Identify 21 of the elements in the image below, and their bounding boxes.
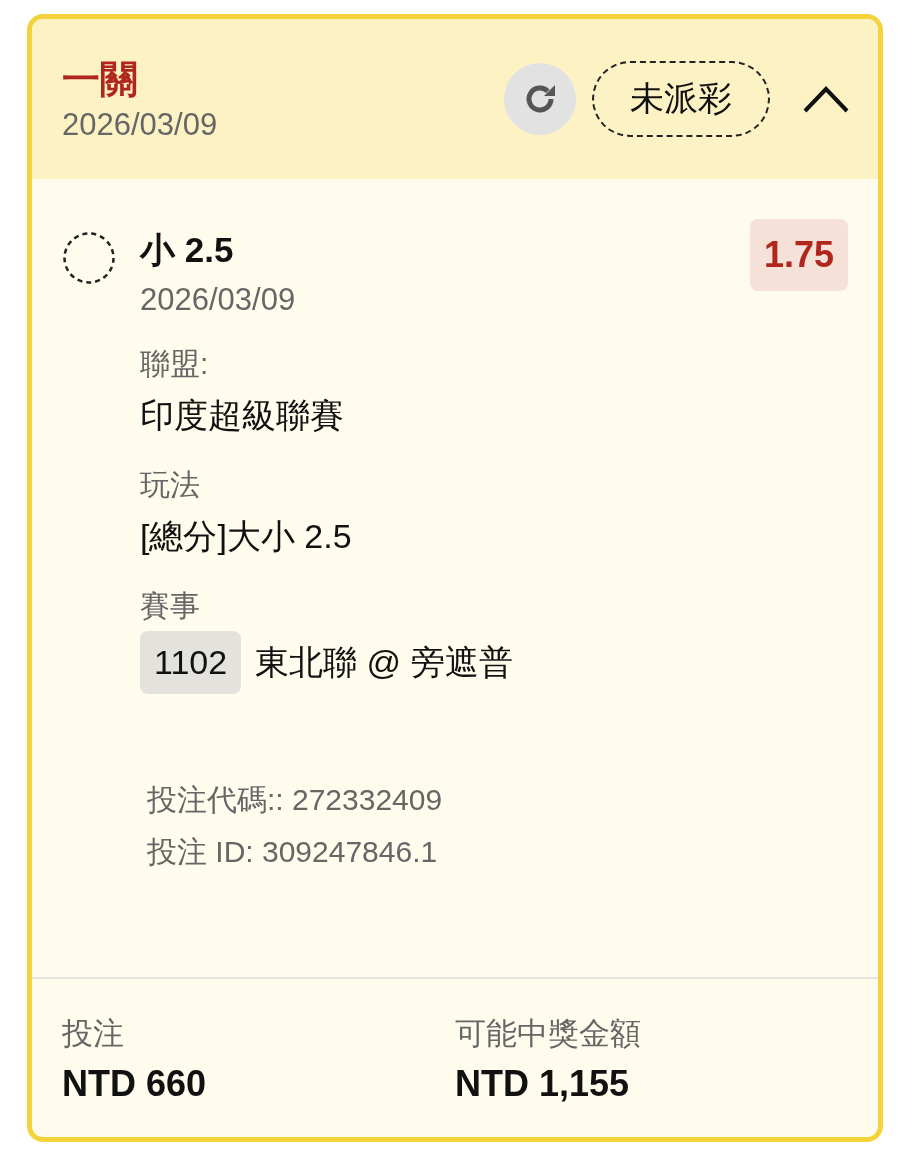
amount-label: 投注 bbox=[62, 1015, 125, 1053]
match-name: 東北聯 @ 旁遮普 bbox=[255, 641, 513, 683]
pending-status-icon bbox=[62, 231, 116, 285]
field-label: 賽事 bbox=[140, 588, 201, 624]
event-code: 1102 bbox=[140, 631, 242, 694]
field-value: 印度超級聯賽 bbox=[140, 395, 345, 436]
status-badge: 未派彩 bbox=[592, 61, 770, 137]
selection-name: 小 2.5 bbox=[140, 229, 235, 271]
field-label: 玩法 bbox=[140, 467, 201, 503]
field-label: 聯盟: bbox=[140, 346, 210, 382]
amount-value: NTD 660 bbox=[62, 1063, 208, 1105]
bet-code: 投注 ID: 309247846.1 bbox=[147, 834, 439, 870]
bet-title: 一關 bbox=[62, 57, 139, 102]
field-value: [總分]大小 2.5 bbox=[140, 516, 353, 557]
bet-code: 投注代碼:: 272332409 bbox=[147, 782, 444, 818]
amount-label: 可能中獎金額 bbox=[455, 1015, 642, 1053]
bet-date: 2026/03/09 bbox=[62, 107, 219, 143]
caret-up-icon bbox=[802, 84, 850, 114]
selection-date: 2026/03/09 bbox=[140, 282, 297, 318]
odds-badge: 1.75 bbox=[749, 219, 848, 291]
amount-value: NTD 1,155 bbox=[455, 1063, 631, 1105]
